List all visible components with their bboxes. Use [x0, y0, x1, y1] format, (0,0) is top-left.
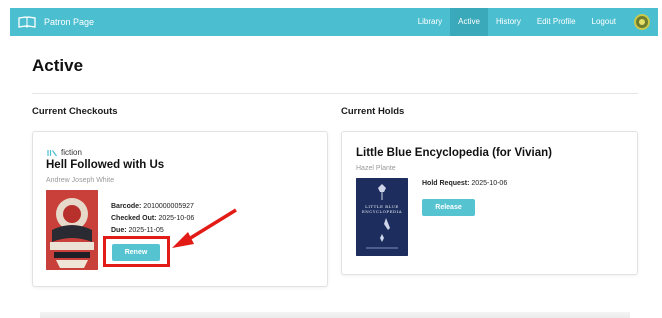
book-cover-little-blue: LITTLE BLUE ENCYCLOPEDIA — [356, 178, 408, 256]
cover-title-text: LITTLE BLUE ENCYCLOPEDIA — [361, 204, 403, 214]
genre-label: fiction — [61, 148, 82, 157]
divider — [32, 93, 638, 94]
hold-request-value: 2025-10-06 — [471, 180, 508, 187]
nav-links: Library Active History Edit Profile Logo… — [410, 8, 658, 36]
page-title: Active — [32, 56, 84, 75]
current-holds-heading: Current Holds — [341, 106, 405, 117]
release-button[interactable]: Release — [422, 199, 475, 216]
user-avatar[interactable] — [634, 14, 650, 30]
nav-link-edit-profile[interactable]: Edit Profile — [529, 8, 584, 36]
hold-book-author: Hazel Plante — [356, 165, 396, 172]
hold-book-title[interactable]: Little Blue Encyclopedia (for Vivian) — [356, 147, 552, 159]
hold-card: Little Blue Encyclopedia (for Vivian) Ha… — [341, 131, 638, 275]
brand[interactable]: Patron Page — [18, 16, 94, 28]
due-value: 2025-11-05 — [128, 227, 164, 234]
hold-request-row: Hold Request: 2025-10-06 — [422, 180, 508, 187]
top-navbar: Patron Page Library Active History Edit … — [10, 8, 658, 36]
checkout-book-author: Andrew Joseph White — [46, 177, 115, 184]
current-checkouts-heading: Current Checkouts — [32, 106, 118, 117]
brand-label: Patron Page — [44, 17, 95, 27]
nav-link-history[interactable]: History — [488, 8, 529, 36]
open-book-icon — [18, 16, 36, 28]
genre-row: fiction — [47, 148, 82, 157]
library-shelf-icon — [47, 149, 57, 156]
nav-link-active[interactable]: Active — [450, 8, 488, 36]
arrow-icon — [172, 208, 237, 248]
book-cover-hell-followed — [46, 190, 98, 270]
hold-meta: Hold Request: 2025-10-06 — [422, 178, 507, 190]
checkout-book-title[interactable]: Hell Followed with Us — [46, 159, 164, 171]
footer-edge — [40, 312, 630, 318]
highlight-box — [103, 236, 170, 267]
cover-art — [356, 178, 408, 256]
nav-link-library[interactable]: Library — [410, 8, 450, 36]
cover-art — [46, 190, 98, 270]
nav-link-logout[interactable]: Logout — [584, 8, 624, 36]
